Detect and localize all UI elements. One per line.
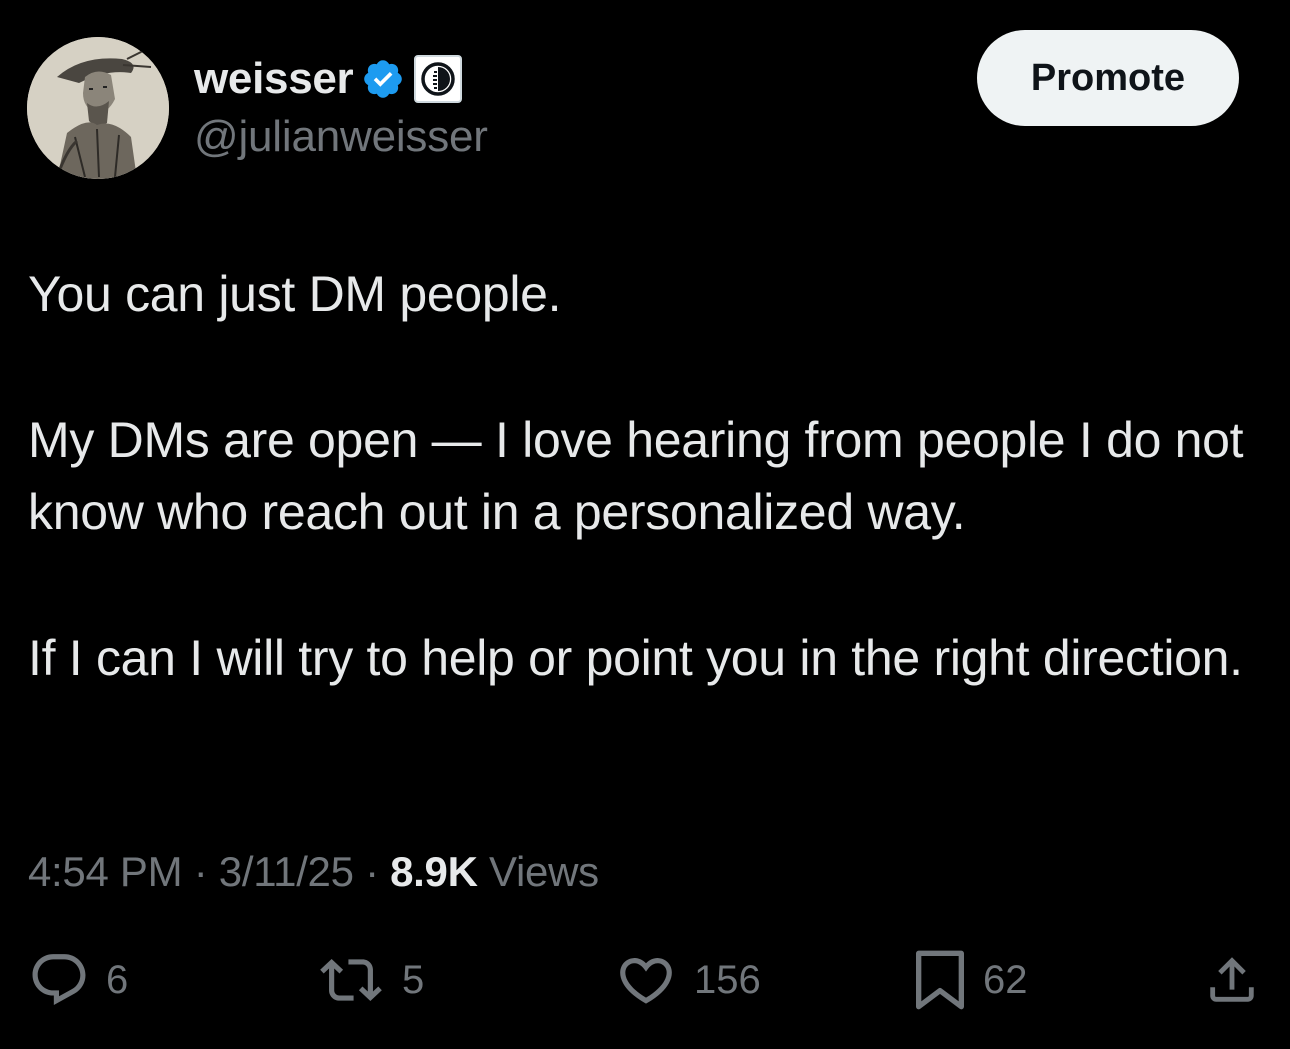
- meta-separator: ·: [193, 848, 208, 895]
- promote-button[interactable]: Promote: [977, 30, 1239, 126]
- reply-count: 6: [106, 957, 129, 1002]
- avatar-sketch-image: [27, 37, 169, 179]
- bookmark-count: 62: [983, 957, 1028, 1002]
- share-button[interactable]: [1203, 950, 1261, 1010]
- tweet-time[interactable]: 4:54 PM: [28, 848, 183, 895]
- tweet-detail: weisser @julianweisser Promote You can j…: [0, 0, 1290, 1049]
- views-count: 8.9K: [390, 848, 478, 895]
- repost-icon: [316, 949, 386, 1011]
- tweet-date[interactable]: 3/11/25: [219, 848, 354, 895]
- reply-button[interactable]: 6: [28, 950, 128, 1010]
- author-handle[interactable]: @julianweisser: [194, 112, 488, 162]
- like-button[interactable]: 156: [614, 950, 761, 1010]
- reply-icon: [28, 949, 90, 1011]
- share-icon: [1203, 951, 1261, 1009]
- tweet-meta: 4:54 PM · 3/11/25 · 8.9K Views: [28, 848, 599, 896]
- tweet-paragraph: You can just DM people.: [28, 266, 562, 322]
- views-label: Views: [489, 848, 599, 895]
- bookmark-icon: [913, 948, 967, 1012]
- verified-badge-icon[interactable]: [361, 57, 405, 101]
- affiliate-badge-icon[interactable]: [413, 54, 463, 104]
- author-display-name[interactable]: weisser: [194, 54, 354, 104]
- author-name-row: weisser: [194, 50, 463, 108]
- bookmark-button[interactable]: 62: [913, 950, 1028, 1010]
- meta-separator: ·: [365, 848, 379, 895]
- tweet-paragraph: If I can I will try to help or point you…: [28, 630, 1243, 686]
- repost-button[interactable]: 5: [316, 950, 424, 1010]
- like-count: 156: [694, 957, 761, 1002]
- repost-count: 5: [402, 957, 425, 1002]
- tweet-paragraph: My DMs are open — I love hearing from pe…: [28, 412, 1244, 540]
- avatar[interactable]: [27, 37, 169, 179]
- like-icon: [614, 949, 678, 1011]
- tweet-text: You can just DM people. My DMs are open …: [28, 258, 1268, 694]
